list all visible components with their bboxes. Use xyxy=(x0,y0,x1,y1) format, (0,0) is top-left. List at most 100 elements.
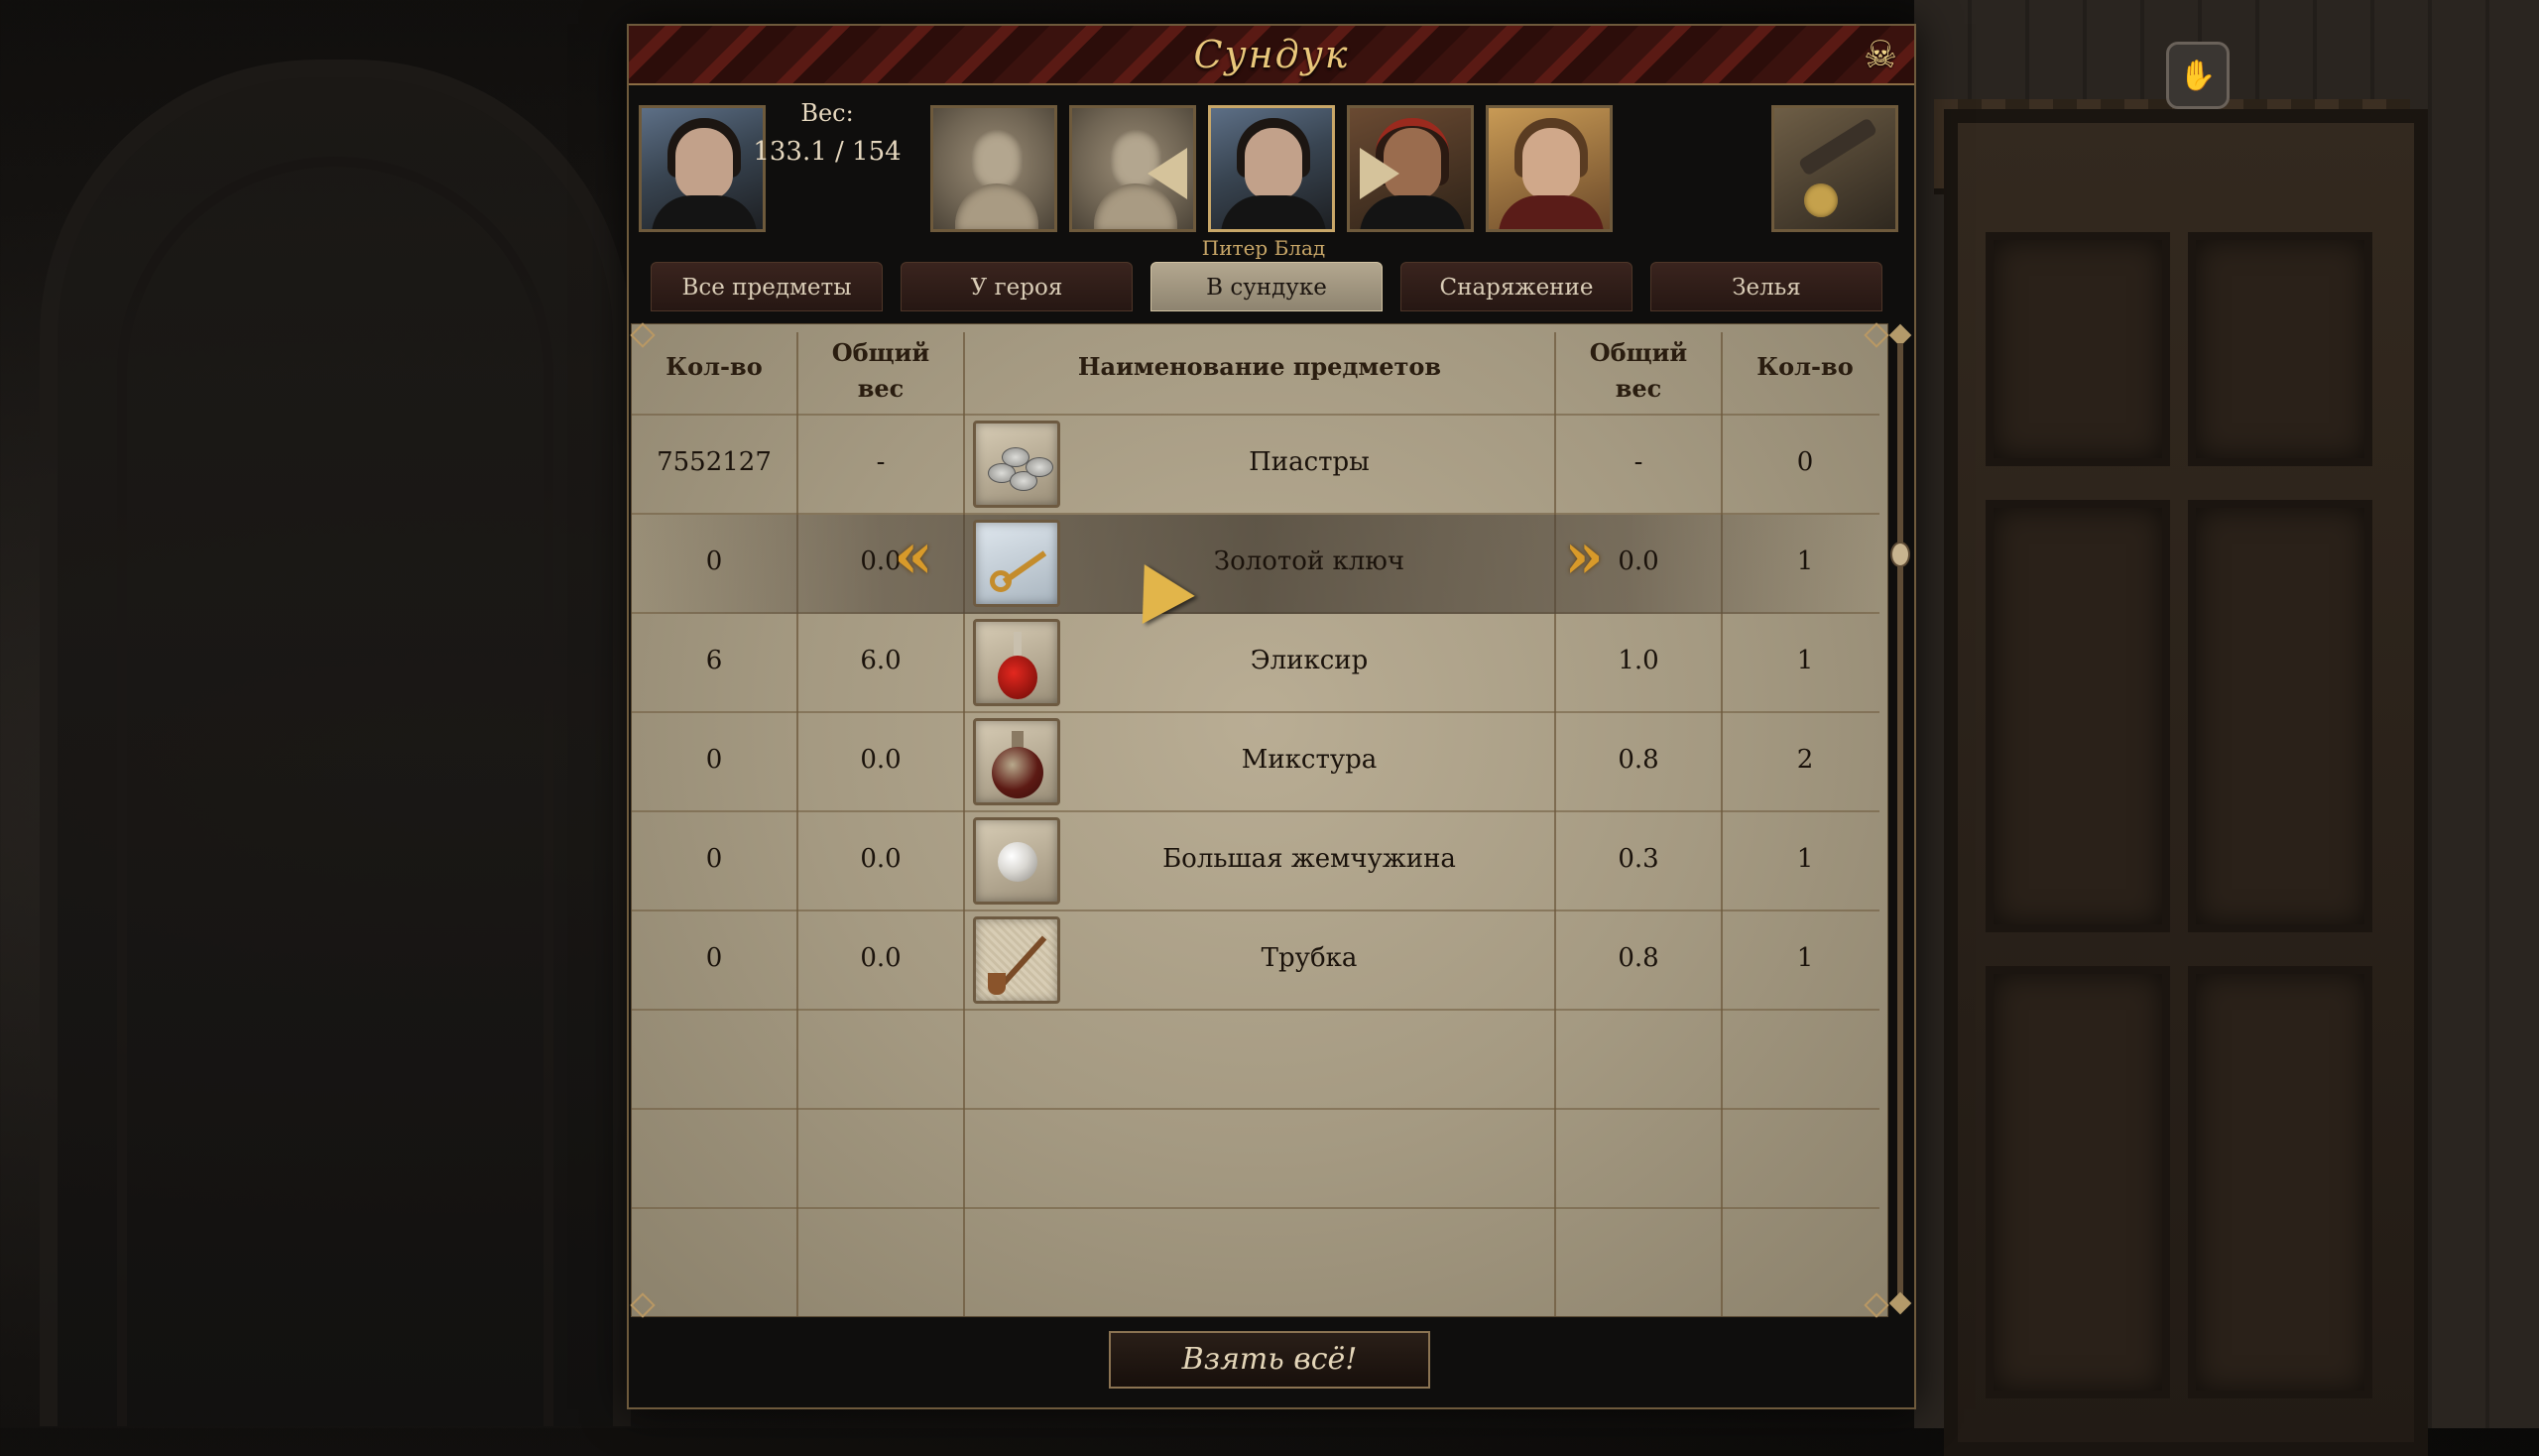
bottle-body-shape xyxy=(998,656,1037,699)
door-panel xyxy=(1986,232,2170,466)
chest-weight: 0.0 xyxy=(860,745,902,775)
header-chest-weight-2: вес xyxy=(857,374,905,403)
tab-all-items[interactable]: Все предметы xyxy=(651,262,883,311)
header-hero-weight-1[interactable]: Общий xyxy=(1556,336,1721,370)
chest-qty: 0 xyxy=(705,943,723,973)
hero-qty: 1 xyxy=(1796,943,1814,973)
selected-hero-name: Питер Блад xyxy=(1201,236,1326,260)
corner-ornament xyxy=(630,322,656,348)
move-to-chest-arrow-icon[interactable]: « xyxy=(894,519,933,593)
chest-qty: 0 xyxy=(705,844,723,874)
header-hero-weight-2: вес xyxy=(1615,374,1662,403)
header-item-name[interactable]: Наименование предметов xyxy=(965,350,1554,384)
item-name: Микстура xyxy=(1241,745,1378,775)
hero-weight: 0.8 xyxy=(1618,745,1659,775)
scroll-thumb[interactable] xyxy=(1890,542,1910,567)
hero-qty: 1 xyxy=(1796,646,1814,675)
table-row[interactable]: 0 0.0 Трубка 0.8 1 xyxy=(632,911,1879,1011)
golden-key-icon xyxy=(973,520,1060,607)
scroll-down-icon[interactable] xyxy=(1888,1291,1912,1315)
tab-equipment[interactable]: Снаряжение xyxy=(1400,262,1632,311)
table-row[interactable]: 0 0.0 Микстура 0.8 2 xyxy=(632,713,1879,812)
background-door xyxy=(1944,109,2428,1456)
window-title: Сундук xyxy=(1193,33,1350,76)
companion-portrait[interactable] xyxy=(1347,105,1474,232)
empty-companion-slot[interactable] xyxy=(1069,105,1196,232)
hero-qty: 1 xyxy=(1796,844,1814,874)
portrait-body xyxy=(1221,195,1326,229)
table-row[interactable]: 0 0.0 Большая жемчужина 0.3 1 xyxy=(632,812,1879,911)
empty-companion-slot[interactable] xyxy=(930,105,1057,232)
hero-weight: 0.3 xyxy=(1618,844,1659,874)
door-panel xyxy=(2188,232,2372,466)
header-chest-weight-1[interactable]: Общий xyxy=(798,336,963,370)
chest-weight: 0.0 xyxy=(860,546,902,576)
door-panel xyxy=(2188,500,2372,932)
door-panel xyxy=(2188,966,2372,1398)
portrait-body xyxy=(1499,195,1604,229)
portrait-face xyxy=(1245,128,1302,199)
pipe-icon xyxy=(973,916,1060,1004)
hero-qty: 0 xyxy=(1796,447,1814,477)
companion-portrait[interactable] xyxy=(1486,105,1613,232)
weight-value: 133.1 / 154 xyxy=(753,137,902,167)
row-divider xyxy=(632,1207,1879,1209)
skull-crossbones-icon[interactable]: ☠ xyxy=(1859,34,1902,75)
door-panel xyxy=(1986,966,2170,1398)
item-name: Трубка xyxy=(1261,943,1358,973)
cameo-shoulders-icon xyxy=(955,183,1038,229)
selected-hero-portrait[interactable] xyxy=(1208,105,1335,232)
take-all-button[interactable]: Взять всё! xyxy=(1109,1331,1430,1389)
mixture-icon xyxy=(973,718,1060,805)
chest-weight: - xyxy=(876,447,886,477)
table-row[interactable]: 7552127 - Пиастры - 0 xyxy=(632,416,1879,515)
cameo-bust-icon xyxy=(971,130,1023,191)
table-row[interactable]: 6 6.0 Эликсир 1.0 1 xyxy=(632,614,1879,713)
hero-weight: 1.0 xyxy=(1618,646,1659,675)
chest-qty: 6 xyxy=(705,646,723,675)
coin-icon xyxy=(1002,447,1029,467)
portrait-body xyxy=(1360,195,1465,229)
pearl-icon xyxy=(973,817,1060,905)
pistol-icon xyxy=(1797,117,1878,177)
hero-portrait[interactable] xyxy=(639,105,766,232)
coins-icon xyxy=(973,421,1060,508)
coin-icon xyxy=(1026,457,1053,477)
coin-icon xyxy=(1804,183,1838,217)
item-name: Большая жемчужина xyxy=(1162,844,1456,874)
tab-potions[interactable]: Зелья xyxy=(1650,262,1882,311)
equipment-icon[interactable] xyxy=(1771,105,1898,232)
weight-label: Вес: xyxy=(800,99,854,127)
chest-window: Сундук ☠ Вес: 133.1 / 154 Питер Блад Все… xyxy=(627,24,1916,1409)
row-divider xyxy=(632,1108,1879,1110)
item-name: Эликсир xyxy=(1250,646,1369,675)
scroll-track[interactable] xyxy=(1897,343,1903,1295)
background-arch xyxy=(40,60,631,1426)
table-row-selected[interactable]: 0 0.0 « Золотой ключ » 0.0 1 xyxy=(632,515,1879,614)
header-chest-qty[interactable]: Кол-во xyxy=(632,350,796,384)
corner-ornament xyxy=(1864,322,1889,348)
scroll-right-icon[interactable] xyxy=(1360,148,1399,199)
header-hero-qty[interactable]: Кол-во xyxy=(1723,350,1887,384)
chest-qty: 7552127 xyxy=(657,447,772,477)
chest-weight: 0.0 xyxy=(860,943,902,973)
chest-qty: 0 xyxy=(705,546,723,576)
hero-weight: 0.8 xyxy=(1618,943,1659,973)
hand-icon[interactable]: ✋ xyxy=(2166,42,2230,109)
tab-hero[interactable]: У героя xyxy=(901,262,1133,311)
hero-weight: - xyxy=(1633,447,1643,477)
tab-in-chest[interactable]: В сундуке xyxy=(1150,262,1383,311)
table-scrollbar[interactable] xyxy=(1888,323,1912,1315)
title-bar: Сундук ☠ xyxy=(629,26,1914,85)
item-name: Пиастры xyxy=(1249,447,1370,477)
hero-qty: 2 xyxy=(1796,745,1814,775)
door-panel xyxy=(1986,500,2170,932)
chest-weight: 0.0 xyxy=(860,844,902,874)
corner-ornament xyxy=(630,1292,656,1318)
pearl-shape xyxy=(998,842,1037,882)
elixir-icon xyxy=(973,619,1060,706)
corner-ornament xyxy=(1864,1292,1889,1318)
chest-weight: 6.0 xyxy=(860,646,902,675)
scroll-left-icon[interactable] xyxy=(1148,148,1187,199)
chest-qty: 0 xyxy=(705,745,723,775)
